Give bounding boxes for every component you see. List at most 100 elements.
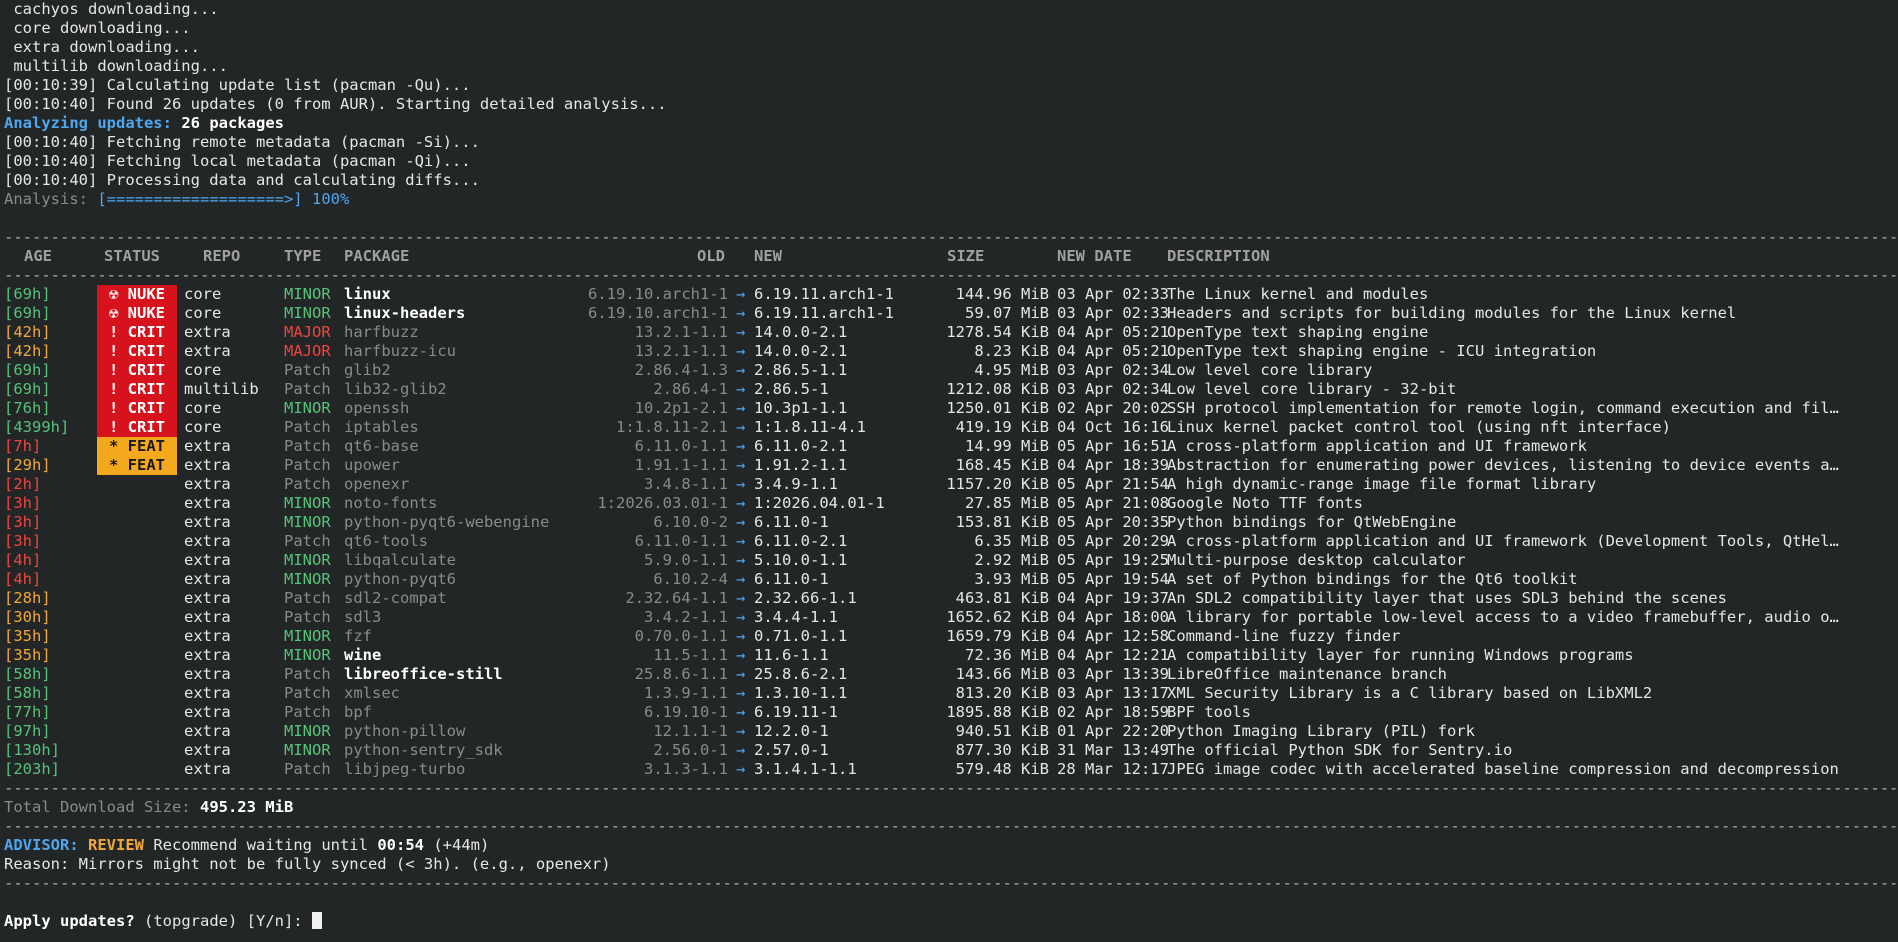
- cell-package: linux-headers: [344, 304, 466, 322]
- arrow-icon: →: [736, 513, 746, 531]
- table-row: [3h] extra MINOR noto-fonts 1:2026.03.01-1 → 1…: [4, 494, 1898, 513]
- cell-age: [76h]: [4, 399, 51, 417]
- cell-size: 8.23 KiB: [974, 342, 1049, 360]
- cell-status: * FEAT: [97, 437, 177, 456]
- cell-type: Patch: [284, 760, 331, 778]
- cell-old: 6.19.10.arch1-1: [588, 285, 728, 303]
- cell-type: MINOR: [284, 285, 331, 303]
- cell-date: 03 Apr 13:39: [1057, 665, 1169, 683]
- cell-type: MINOR: [284, 570, 331, 588]
- cell-status: ☢ NUKE: [97, 304, 177, 323]
- table-row: [4h] extra MINOR python-pyqt6 6.10.2-4 → 6.11.…: [4, 570, 1898, 589]
- cell-old: 6.11.0-1.1: [634, 437, 728, 455]
- log-line: core downloading...: [4, 19, 191, 37]
- cell-age: [2h]: [4, 475, 42, 493]
- cell-package: python-pyqt6: [344, 570, 456, 588]
- cell-new: 25.8.6-2.1: [754, 665, 848, 683]
- cell-age: [42h]: [4, 342, 51, 360]
- cell-repo: extra: [184, 494, 231, 512]
- cell-status: ! CRIT: [97, 399, 177, 418]
- analyzing-line: Analyzing updates: 26 packages: [4, 114, 284, 132]
- cell-description: Multi-purpose desktop calculator: [1167, 551, 1466, 569]
- cell-size: 1895.88 KiB: [946, 703, 1049, 721]
- cell-age: [77h]: [4, 703, 51, 721]
- arrow-icon: →: [736, 532, 746, 550]
- cell-repo: extra: [184, 589, 231, 607]
- cell-size: 579.48 KiB: [955, 760, 1049, 778]
- divider: ----------------------------------------…: [4, 817, 1898, 835]
- cell-old: 1:2026.03.01-1: [597, 494, 728, 512]
- cell-repo: core: [184, 361, 222, 379]
- table-row: [58h] extra Patch libreoffice-still 25.8.6-1…: [4, 665, 1898, 684]
- status-badge-crit: ! CRIT: [97, 399, 177, 418]
- cell-date: 01 Apr 22:20: [1057, 722, 1169, 740]
- cell-size: 419.19 KiB: [955, 418, 1049, 436]
- cell-age: [28h]: [4, 589, 51, 607]
- total-size: 495.23 MiB: [199, 798, 294, 816]
- cell-date: 04 Apr 12:58: [1057, 627, 1169, 645]
- log-line: [00:10:40] Found 26 updates (0 from AUR)…: [4, 95, 667, 113]
- cell-size: 813.20 KiB: [955, 684, 1049, 702]
- cell-new: 14.0.0-2.1: [754, 342, 848, 360]
- cell-package: qt6-tools: [344, 532, 428, 550]
- cell-repo: extra: [184, 456, 231, 474]
- divider: ----------------------------------------…: [4, 266, 1898, 284]
- cell-description: BPF tools: [1167, 703, 1251, 721]
- table-header: AGE STATUS REPO TYPE PACKAGE OLD NEW SIZ…: [4, 247, 1898, 266]
- cell-new: 12.2.0-1: [754, 722, 829, 740]
- table-row: [42h] ! CRIT extra MAJOR harfbuzz 13.2.1-1.1 →…: [4, 323, 1898, 342]
- terminal[interactable]: cachyos downloading... core downloading.…: [0, 0, 1898, 942]
- cell-package: linux: [344, 285, 391, 303]
- prompt-line[interactable]: Apply updates? (topgrade) [Y/n]:: [4, 912, 1898, 931]
- table-row: [2h] extra Patch openexr 3.4.8-1.1 → 3.4.9-1.1…: [4, 475, 1898, 494]
- cell-age: [3h]: [4, 494, 42, 512]
- cell-new: 14.0.0-2.1: [754, 323, 848, 341]
- cell-age: [58h]: [4, 665, 51, 683]
- cell-size: 144.96 MiB: [955, 285, 1049, 303]
- cell-description: An SDL2 compatibility layer that uses SD…: [1167, 589, 1727, 607]
- arrow-icon: →: [736, 494, 746, 512]
- cell-package: libqalculate: [344, 551, 456, 569]
- status-badge-crit: ! CRIT: [97, 361, 177, 380]
- cell-type: Patch: [284, 361, 331, 379]
- cell-size: 1652.62 KiB: [946, 608, 1049, 626]
- log-line: cachyos downloading...: [4, 0, 219, 18]
- cell-status: ! CRIT: [97, 361, 177, 380]
- cell-repo: multilib: [184, 380, 259, 398]
- cell-type: MINOR: [284, 551, 331, 569]
- cell-description: JPEG image codec with accelerated baseli…: [1167, 760, 1839, 778]
- cell-description: A cross-platform application and UI fram…: [1167, 437, 1587, 455]
- cell-old: 3.1.3-1.1: [644, 760, 728, 778]
- cell-age: [30h]: [4, 608, 51, 626]
- cell-type: Patch: [284, 456, 331, 474]
- cell-date: 05 Apr 20:29: [1057, 532, 1169, 550]
- cell-new: 3.4.4-1.1: [754, 608, 838, 626]
- table-row: [69h] ! CRIT core Patch glib2 2.86.4-1.3 → 2.86…: [4, 361, 1898, 380]
- arrow-icon: →: [736, 304, 746, 322]
- cell-type: Patch: [284, 418, 331, 436]
- cell-date: 02 Apr 20:02: [1057, 399, 1169, 417]
- arrow-icon: →: [736, 589, 746, 607]
- cell-old: 1.3.9-1.1: [644, 684, 728, 702]
- header-old: OLD: [697, 247, 725, 265]
- cell-description: Low level core library: [1167, 361, 1373, 379]
- header-type: TYPE: [284, 247, 322, 265]
- cell-repo: extra: [184, 323, 231, 341]
- cell-old: 6.10.2-4: [653, 570, 728, 588]
- cell-age: [97h]: [4, 722, 51, 740]
- arrow-icon: →: [736, 627, 746, 645]
- cell-type: Patch: [284, 437, 331, 455]
- text-cursor[interactable]: [311, 912, 322, 929]
- table-row: [7h] * FEAT extra Patch qt6-base 6.11.0-1.1 → 6…: [4, 437, 1898, 456]
- advisor-line: ADVISOR: REVIEW Recommend waiting until …: [4, 836, 490, 854]
- cell-age: [35h]: [4, 627, 51, 645]
- progress-percent: 100%: [312, 190, 350, 208]
- cell-date: 02 Apr 18:59: [1057, 703, 1169, 721]
- table-row: [69h] ☢ NUKE core MINOR linux-headers 6.19.10…: [4, 304, 1898, 323]
- cell-old: 12.1.1-1: [653, 722, 728, 740]
- cell-package: openssh: [344, 399, 410, 417]
- cell-repo: extra: [184, 608, 231, 626]
- log-line: [00:10:39] Calculating update list (pacm…: [4, 76, 471, 94]
- cell-size: 6.35 MiB: [974, 532, 1049, 550]
